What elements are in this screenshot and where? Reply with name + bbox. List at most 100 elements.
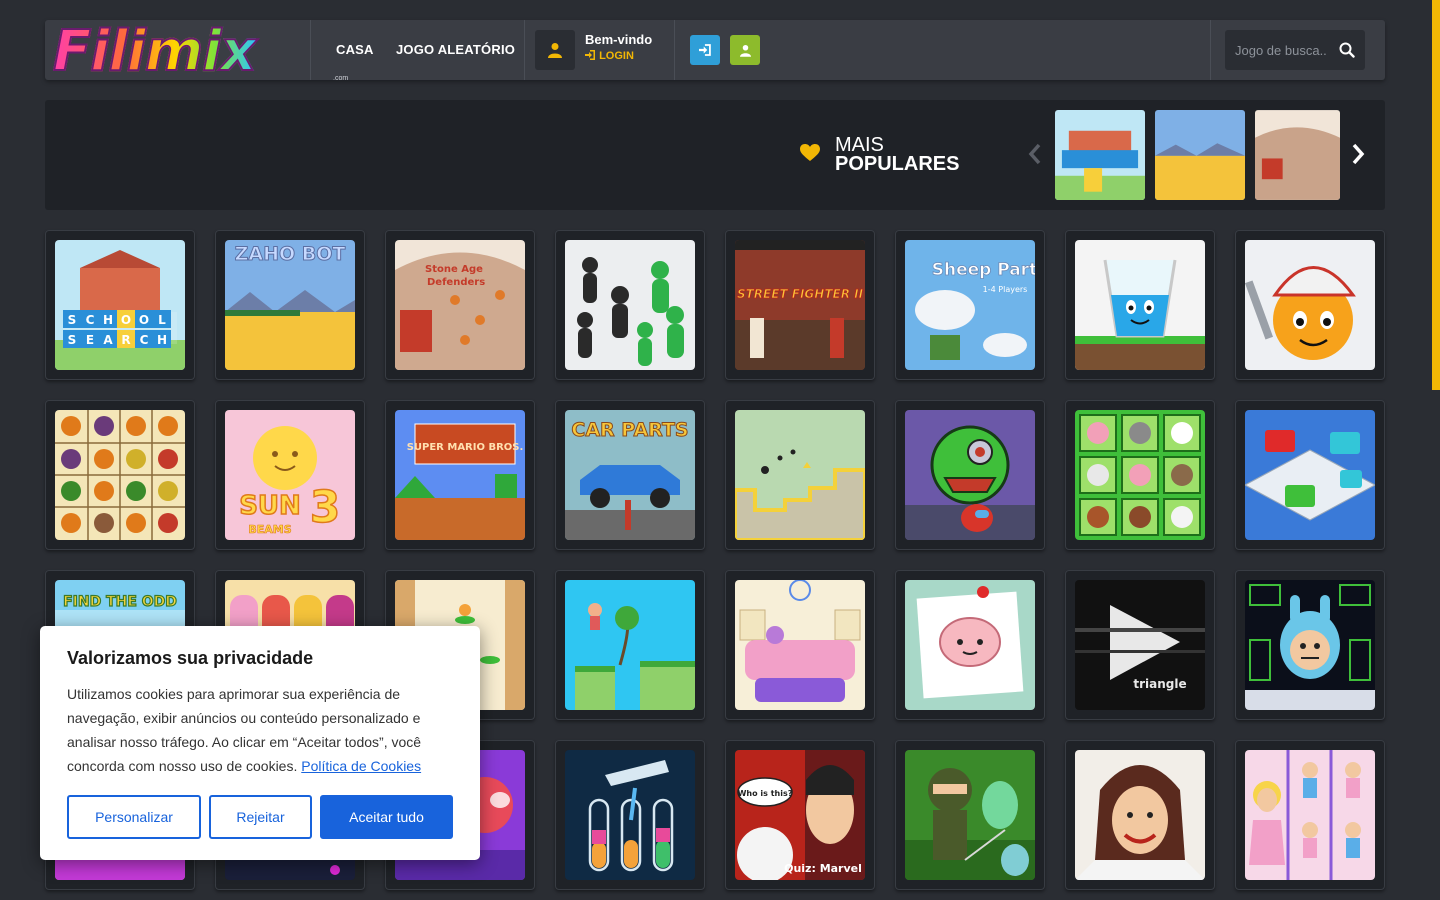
game-thumbnail <box>905 750 1035 880</box>
game-thumbnail <box>565 240 695 370</box>
user-icon <box>739 44 751 57</box>
game-thumbnail <box>1075 240 1205 370</box>
cookie-policy-link[interactable]: Política de Cookies <box>301 758 421 774</box>
game-card[interactable] <box>725 570 875 720</box>
site-logo[interactable]: Filimix .com <box>52 19 348 85</box>
cookie-title: Valorizamos sua privacidade <box>67 648 314 668</box>
popular-title-line2: POPULARES <box>835 153 960 175</box>
game-thumbnail <box>1245 750 1375 880</box>
login-label: LOGIN <box>599 50 634 62</box>
game-card[interactable]: SCHOOL SEARCH <box>45 230 195 380</box>
game-title-text: FIND THE ODD <box>63 594 177 610</box>
divider <box>674 20 675 80</box>
sign-in-button[interactable] <box>690 35 720 65</box>
game-subtitle-text: BEAMS <box>248 523 291 536</box>
game-card[interactable]: ZAHO BOT <box>215 230 365 380</box>
user-icon <box>548 43 562 58</box>
user-avatar[interactable] <box>535 30 575 70</box>
game-card[interactable] <box>1065 400 1215 550</box>
search-input[interactable] <box>1225 30 1335 70</box>
game-card[interactable]: Stone Age Defenders <box>385 230 535 380</box>
popular-game-thumb[interactable] <box>1155 110 1245 200</box>
game-thumbnail: ZAHO BOT <box>225 240 355 370</box>
speech-bubble-text: Who is this? <box>738 789 793 798</box>
logo-suffix: .com <box>333 75 349 82</box>
game-title-text: SUN <box>239 491 301 521</box>
accept-all-button[interactable]: Aceitar tudo <box>320 795 453 839</box>
tile-letter: O <box>139 313 149 327</box>
game-thumbnail <box>735 410 865 540</box>
game-thumbnail <box>565 580 695 710</box>
tile-letter: E <box>86 333 94 347</box>
logo-text: Filimix <box>52 19 258 85</box>
game-card[interactable] <box>555 230 705 380</box>
game-title-text: SUPER MARIO BROS. <box>407 442 524 453</box>
tile-letter: A <box>103 333 113 347</box>
game-card[interactable]: SUPER MARIO BROS. <box>385 400 535 550</box>
game-card[interactable] <box>1235 740 1385 890</box>
carousel-prev-icon[interactable] <box>1028 143 1042 165</box>
game-thumbnail: triangle <box>1075 580 1205 710</box>
game-subtitle-text: 1-4 Players <box>983 285 1028 294</box>
game-thumbnail <box>735 580 865 710</box>
game-card[interactable]: Sheep Party 1-4 Players <box>895 230 1045 380</box>
game-thumbnail <box>1075 750 1205 880</box>
register-button[interactable] <box>730 35 760 65</box>
game-card[interactable]: CAR PARTS <box>555 400 705 550</box>
game-card[interactable] <box>1235 400 1385 550</box>
game-thumbnail <box>565 750 695 880</box>
game-card[interactable] <box>895 570 1045 720</box>
tile-letter: R <box>121 333 130 347</box>
game-thumbnail <box>55 410 185 540</box>
game-title-text: Quiz: Marvel <box>784 862 862 875</box>
game-thumbnail: Stone Age Defenders <box>395 240 525 370</box>
game-card[interactable]: STREET FIGHTER II <box>725 230 875 380</box>
tile-letter: H <box>157 333 167 347</box>
heart-icon <box>800 144 820 161</box>
tile-letter: H <box>103 313 113 327</box>
carousel-next-icon[interactable] <box>1351 143 1365 165</box>
customize-button[interactable]: Personalizar <box>67 795 201 839</box>
tile-letter: S <box>68 333 77 347</box>
game-card[interactable] <box>725 400 875 550</box>
game-title-text: triangle <box>1133 677 1186 691</box>
game-card[interactable] <box>895 740 1045 890</box>
game-card[interactable]: triangle <box>1065 570 1215 720</box>
tile-letter: C <box>140 333 149 347</box>
game-thumbnail <box>1245 240 1375 370</box>
game-thumbnail: SCHOOL SEARCH <box>55 240 185 370</box>
game-card[interactable] <box>555 740 705 890</box>
login-link[interactable]: LOGIN <box>585 50 634 62</box>
sign-in-icon <box>585 50 595 60</box>
game-card[interactable]: Who is this? Quiz: Marvel <box>725 740 875 890</box>
game-card[interactable] <box>1235 230 1385 380</box>
game-thumbnail: SUPER MARIO BROS. <box>395 410 525 540</box>
popular-game-thumb[interactable] <box>1255 110 1340 200</box>
scrollbar-track[interactable] <box>1432 0 1440 900</box>
game-thumbnail: STREET FIGHTER II <box>735 240 865 370</box>
game-card[interactable]: SUN 3 BEAMS <box>215 400 365 550</box>
game-card[interactable] <box>555 570 705 720</box>
game-card[interactable] <box>895 400 1045 550</box>
game-title-text: Stone Age <box>425 264 483 275</box>
scrollbar-thumb[interactable] <box>1432 0 1440 390</box>
game-thumbnail <box>1075 410 1205 540</box>
game-card[interactable] <box>1065 230 1215 380</box>
cookie-text: Utilizamos cookies para aprimorar sua ex… <box>67 682 457 778</box>
game-card[interactable] <box>1235 570 1385 720</box>
popular-game-thumb[interactable] <box>1055 110 1145 200</box>
game-title-text: STREET FIGHTER II <box>737 287 864 301</box>
game-title-text: Sheep Party <box>932 260 1035 280</box>
search-icon[interactable] <box>1339 42 1355 58</box>
game-thumbnail <box>1245 580 1375 710</box>
reject-button[interactable]: Rejeitar <box>209 795 312 839</box>
welcome-text: Bem-vindo <box>585 32 653 47</box>
game-thumbnail: CAR PARTS <box>565 410 695 540</box>
nav-random-game-link[interactable]: JOGO ALEATÓRIO <box>396 42 515 57</box>
game-title-number: 3 <box>310 482 341 533</box>
game-title-text: ZAHO BOT <box>235 243 346 265</box>
game-thumbnail <box>905 580 1035 710</box>
game-thumbnail: Sheep Party 1-4 Players <box>905 240 1035 370</box>
game-card[interactable] <box>45 400 195 550</box>
game-card[interactable] <box>1065 740 1215 890</box>
